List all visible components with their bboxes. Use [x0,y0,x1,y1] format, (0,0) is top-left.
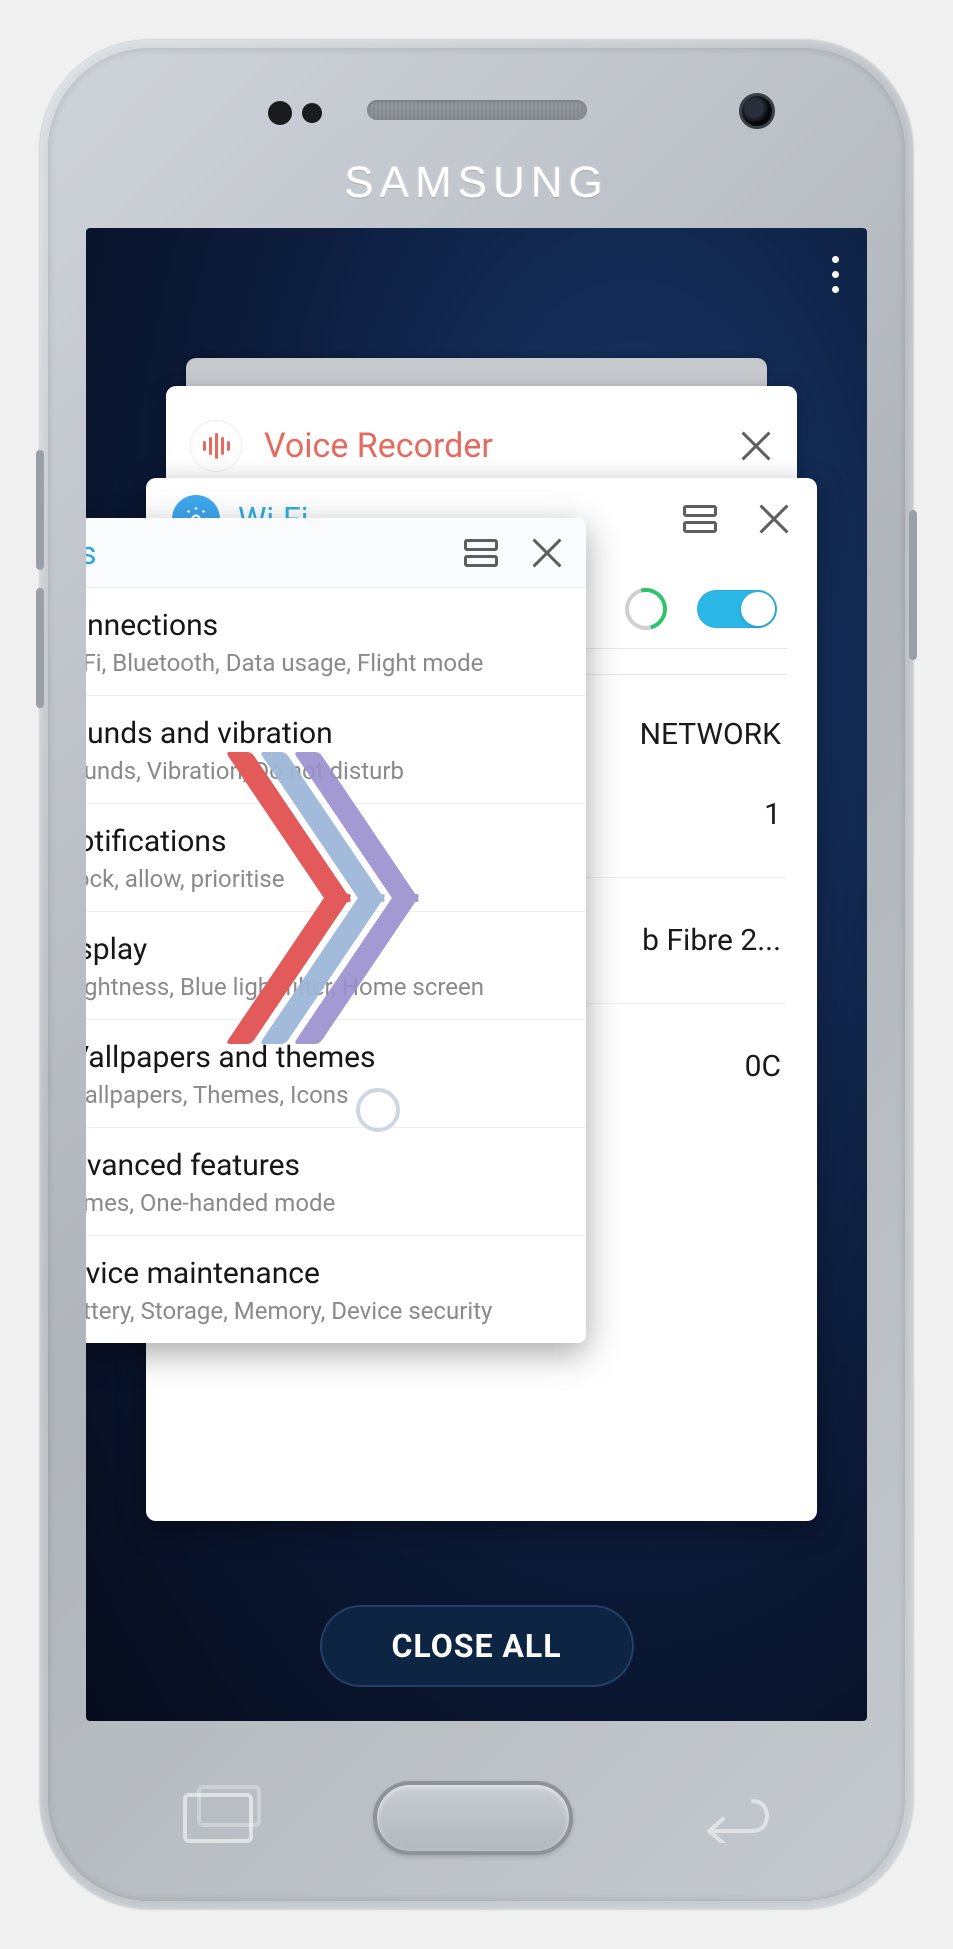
recents-card-settings[interactable]: gs onnections i-Fi, Bluetooth, Data usag… [86,518,586,1343]
phone-frame: SAMSUNG Voice Recorder Wi-Fi [40,40,913,1909]
back-hardware-button[interactable] [693,1789,771,1847]
settings-list[interactable]: onnections i-Fi, Bluetooth, Data usage, … [86,588,586,1343]
close-all-button[interactable]: CLOSE ALL [319,1605,633,1687]
item-title: isplay [86,932,570,967]
item-subtitle: ames, One-handed mode [86,1189,570,1217]
voice-recorder-icon [190,420,242,472]
settings-item-wallpapers[interactable]: Vallpapers and themes Vallpapers, Themes… [86,1020,586,1128]
power-button[interactable] [909,510,917,660]
brand-logo: SAMSUNG [344,158,608,208]
settings-item-display[interactable]: isplay rightness, Blue light filter, Hom… [86,912,586,1020]
item-subtitle: ounds, Vibration, Do not disturb [86,757,570,785]
front-camera [739,93,775,129]
settings-title-fragment: gs [86,534,96,572]
hardware-buttons [183,1781,771,1855]
touch-indicator [356,1088,400,1132]
screen[interactable]: Voice Recorder Wi-Fi [86,228,867,1721]
split-view-icon[interactable] [683,505,717,533]
item-title: ounds and vibration [86,716,570,751]
settings-card-header: gs [86,518,586,588]
close-icon[interactable] [739,429,773,463]
item-subtitle: Vallpapers, Themes, Icons [86,1081,570,1109]
wifi-toggle[interactable] [697,590,777,628]
item-title: Vallpapers and themes [86,1040,570,1075]
item-title: dvanced features [86,1148,570,1183]
settings-item-sounds[interactable]: ounds and vibration ounds, Vibration, Do… [86,696,586,804]
settings-item-maintenance[interactable]: evice maintenance attery, Storage, Memor… [86,1236,586,1343]
settings-item-connections[interactable]: onnections i-Fi, Bluetooth, Data usage, … [86,588,586,696]
volume-up-button[interactable] [36,450,44,570]
phone-bezel: SAMSUNG Voice Recorder Wi-Fi [48,48,905,1901]
item-subtitle: attery, Storage, Memory, Device security [86,1297,570,1325]
settings-item-notifications[interactable]: lotifications lock, allow, prioritise [86,804,586,912]
loading-spinner-icon [617,580,674,637]
split-view-icon[interactable] [464,539,498,567]
overflow-menu-icon[interactable] [832,256,839,293]
proximity-sensors [268,103,322,125]
settings-item-advanced[interactable]: dvanced features ames, One-handed mode [86,1128,586,1236]
voice-recorder-title: Voice Recorder [264,426,493,466]
earpiece-speaker [367,100,587,120]
item-title: lotifications [86,824,570,859]
item-subtitle: rightness, Blue light filter, Home scree… [86,973,570,1001]
item-subtitle: lock, allow, prioritise [86,865,570,893]
volume-down-button[interactable] [36,588,44,708]
close-icon[interactable] [530,536,564,570]
item-subtitle: i-Fi, Bluetooth, Data usage, Flight mode [86,649,570,677]
home-hardware-button[interactable] [373,1781,573,1855]
item-title: evice maintenance [86,1256,570,1291]
close-icon[interactable] [757,502,791,536]
recents-hardware-button[interactable] [183,1793,253,1843]
item-title: onnections [86,608,570,643]
